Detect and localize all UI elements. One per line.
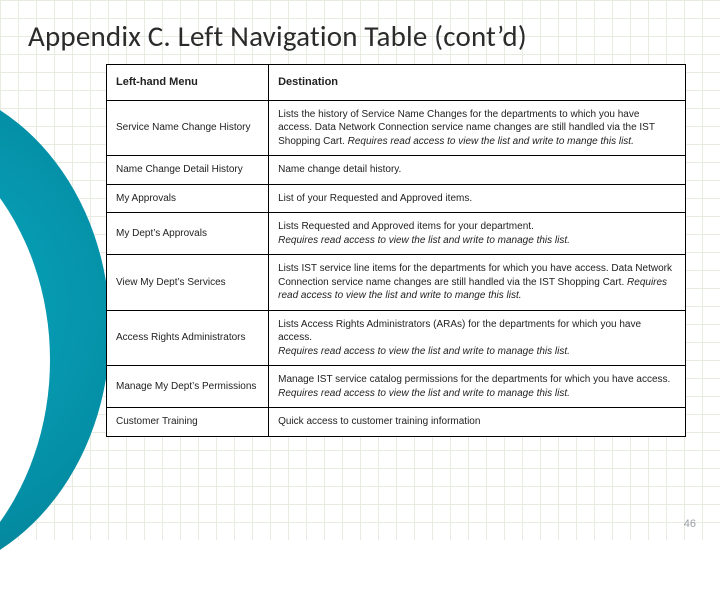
table-row: Name Change Detail History Name change d… (107, 156, 686, 185)
table-row: View My Dept’s Services Lists IST servic… (107, 255, 686, 311)
dest-note: Requires read access to view the list an… (348, 136, 634, 147)
cell-destination: Lists the history of Service Name Change… (269, 100, 686, 156)
cell-menu: My Approvals (107, 184, 269, 213)
page-number: 46 (684, 518, 696, 530)
cell-menu: Customer Training (107, 408, 269, 437)
table-row: My Approvals List of your Requested and … (107, 184, 686, 213)
dest-text: List of your Requested and Approved item… (278, 193, 472, 204)
dest-text: Lists Access Rights Administrators (ARAs… (278, 319, 641, 344)
dest-text: Lists IST service line items for the dep… (278, 263, 672, 288)
dest-note: Requires read access to view the list an… (278, 388, 570, 399)
page-title: Appendix C. Left Navigation Table (cont’… (28, 18, 692, 54)
cell-destination: Lists Requested and Approved items for y… (269, 213, 686, 255)
col-header-menu: Left-hand Menu (107, 65, 269, 101)
cell-menu: My Dept’s Approvals (107, 213, 269, 255)
dest-note: Requires read access to view the list an… (278, 235, 570, 246)
table-header-row: Left-hand Menu Destination (107, 65, 686, 101)
slide: Appendix C. Left Navigation Table (cont’… (0, 0, 720, 540)
navigation-table: Left-hand Menu Destination Service Name … (106, 64, 686, 437)
cell-destination: List of your Requested and Approved item… (269, 184, 686, 213)
navigation-table-wrap: Left-hand Menu Destination Service Name … (106, 64, 686, 437)
table-row: My Dept’s Approvals Lists Requested and … (107, 213, 686, 255)
table-row: Service Name Change History Lists the hi… (107, 100, 686, 156)
dest-text: Manage IST service catalog permissions f… (278, 374, 670, 385)
cell-destination: Lists IST service line items for the dep… (269, 255, 686, 311)
dest-text: Name change detail history. (278, 164, 401, 175)
cell-menu: Manage My Dept’s Permissions (107, 366, 269, 408)
col-header-destination: Destination (269, 65, 686, 101)
table-row: Customer Training Quick access to custom… (107, 408, 686, 437)
cell-destination: Quick access to customer training inform… (269, 408, 686, 437)
cell-destination: Name change detail history. (269, 156, 686, 185)
cell-menu: View My Dept’s Services (107, 255, 269, 311)
table-row: Manage My Dept’s Permissions Manage IST … (107, 366, 686, 408)
dest-note: Requires read access to view the list an… (278, 346, 570, 357)
dest-text: Lists Requested and Approved items for y… (278, 221, 534, 232)
cell-menu: Access Rights Administrators (107, 310, 269, 366)
cell-destination: Manage IST service catalog permissions f… (269, 366, 686, 408)
dest-text: Quick access to customer training inform… (278, 416, 480, 427)
table-row: Access Rights Administrators Lists Acces… (107, 310, 686, 366)
cell-menu: Name Change Detail History (107, 156, 269, 185)
cell-menu: Service Name Change History (107, 100, 269, 156)
cell-destination: Lists Access Rights Administrators (ARAs… (269, 310, 686, 366)
